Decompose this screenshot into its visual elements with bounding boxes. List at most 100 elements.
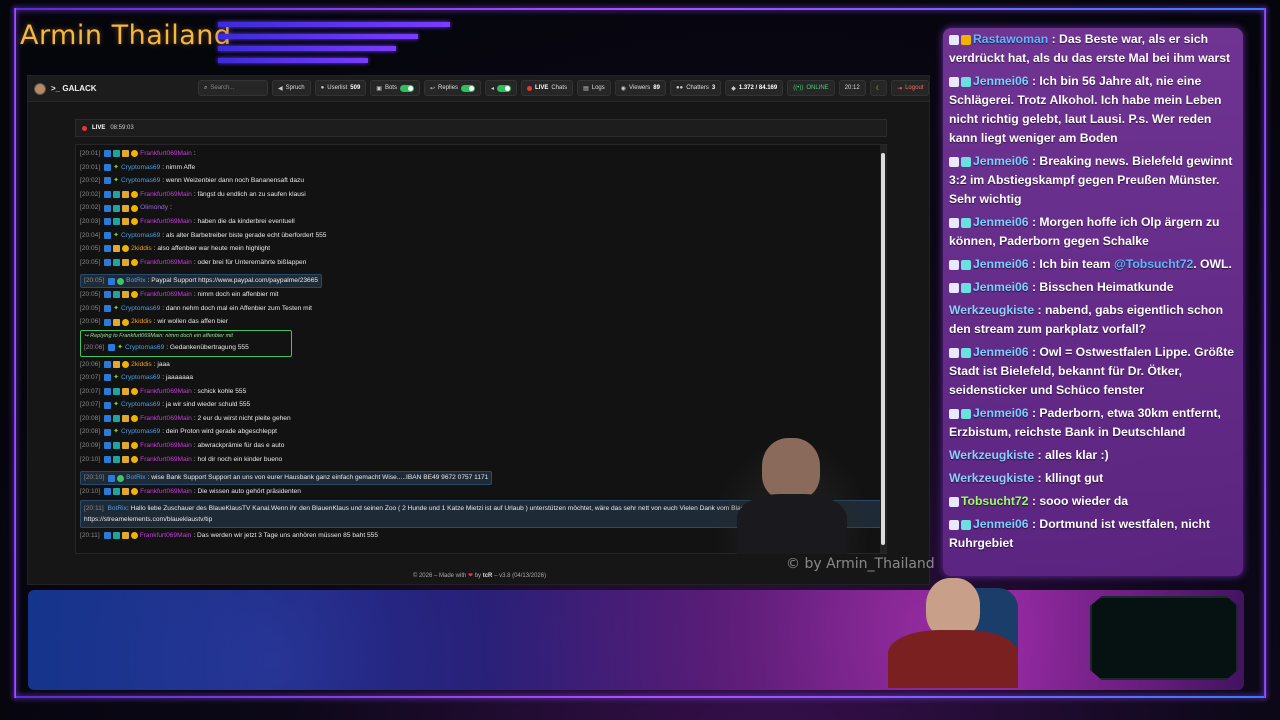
message-text: : dann nehm doch mal ein Affenbier zum T…	[162, 304, 312, 312]
overlay-text-tail: . OWL.	[1193, 257, 1232, 271]
search-input[interactable]: ⌕ Search...	[198, 80, 268, 96]
message-username[interactable]: BotRix	[126, 274, 145, 288]
message-text: : Gedankenübertragung 555	[166, 343, 249, 351]
replies-toggle[interactable]: ↩ Replies	[423, 80, 482, 96]
sound-toggle[interactable]: ◂	[485, 80, 518, 96]
badge-icon	[122, 488, 130, 496]
message-text: : fängst du endlich an zu saufen klausi	[193, 190, 306, 198]
message-username[interactable]: Olimondy	[140, 201, 168, 215]
message-timestamp: [20:10]	[80, 488, 101, 496]
message-timestamp: [20:06]	[80, 360, 101, 368]
message-username[interactable]: Cryptomas69	[121, 398, 160, 412]
message-username[interactable]: Frankfurt069Main	[140, 485, 192, 499]
logs-button[interactable]: ▤ Logs	[577, 80, 611, 96]
bots-switch[interactable]	[399, 84, 414, 92]
overlay-message: Tobsucht72 : sooo wieder da	[949, 492, 1237, 511]
overlay-username: Werkzeugkiste	[949, 471, 1035, 485]
logout-icon: ⇥	[897, 85, 903, 92]
star-badge-icon: ✦	[113, 374, 120, 382]
message-text: : oder brei für Unterernährte bißlappen	[193, 258, 307, 266]
chat-scrollbar[interactable]	[880, 145, 886, 553]
message-username[interactable]: Frankfurt069Main	[140, 188, 192, 202]
badge-icon	[949, 34, 959, 45]
message-timestamp: [20:02]	[80, 177, 101, 185]
badge-icon	[131, 442, 139, 450]
badge-icon	[113, 218, 121, 226]
badge-icon	[113, 204, 121, 212]
bots-toggle[interactable]: ▣ Bots	[370, 80, 420, 96]
message-username[interactable]: BotRix	[126, 471, 145, 485]
message-username[interactable]: Frankfurt069Main	[140, 385, 192, 399]
brand-avatar	[34, 82, 46, 95]
message-username[interactable]: Frankfurt069Main	[140, 529, 192, 543]
message-username[interactable]: Frankfurt069Main	[140, 256, 192, 270]
message-username[interactable]: Cryptomas69	[121, 174, 160, 188]
message-username[interactable]: BotRix	[108, 505, 127, 512]
message-username[interactable]: Cryptomas69	[121, 371, 160, 385]
message-username[interactable]: Frankfurt069Main	[140, 215, 192, 229]
badge-icon	[949, 496, 959, 507]
badge-icon	[104, 204, 112, 212]
message-username[interactable]: 2kiddis	[131, 358, 152, 372]
brand[interactable]: >_ GALACK	[34, 82, 97, 95]
live-sub: Chats	[551, 85, 568, 91]
chatters-stat[interactable]: ●● Chatters 3	[669, 80, 722, 96]
overlay-text: : Bisschen Heimatkunde	[1028, 280, 1174, 294]
message-timestamp: [20:08]	[80, 414, 101, 422]
badge-icon	[113, 291, 121, 299]
overlay-message: Jenmei06 : Breaking news. Bielefeld gewi…	[949, 152, 1237, 209]
logout-button[interactable]: ⇥ Logout	[891, 80, 930, 96]
message-text: : 2 eur du wirst nicht pleite gehen	[193, 414, 291, 422]
message-username[interactable]: Frankfurt069Main	[140, 147, 192, 161]
message-username[interactable]: 2kiddis	[131, 315, 152, 329]
chat-message: [20:06] 2kiddis: jaaa	[80, 358, 882, 372]
message-username[interactable]: Cryptomas69	[121, 229, 160, 243]
message-timestamp: [20:06]	[80, 318, 101, 326]
message-username[interactable]: Cryptomas69	[121, 302, 160, 316]
badge-icon	[113, 415, 121, 423]
message-text: : haben die da kinderbrei eventuell	[193, 217, 295, 225]
bottom-decor-band	[28, 590, 1244, 690]
stream-title: Armin Thailand	[20, 20, 232, 51]
chat-message: [20:02] Olimondy:	[80, 201, 882, 215]
spruch-button[interactable]: ◀ Spruch	[272, 80, 311, 96]
viewers-stat[interactable]: ◉ Viewers 89	[614, 80, 666, 96]
person-head	[926, 578, 980, 638]
overlay-message: Werkzeugkiste : alles klar :)	[949, 446, 1237, 465]
signal-icon: ((•))	[793, 85, 804, 91]
badge-icon	[117, 474, 125, 482]
live-banner: LIVE 08:59:03	[75, 119, 887, 137]
badge-icon	[131, 191, 139, 199]
star-badge-icon: ✦	[117, 343, 124, 351]
message-username[interactable]: 2kiddis	[131, 242, 152, 256]
online-label: ONLINE	[806, 85, 829, 91]
badge-icon	[104, 318, 112, 326]
badge-icon	[113, 488, 121, 496]
message-username[interactable]: Cryptomas69	[125, 341, 164, 355]
message-username[interactable]: Cryptomas69	[121, 425, 160, 439]
message-username[interactable]: Frankfurt069Main	[140, 288, 192, 302]
userlist-button[interactable]: ● Userlist 509	[314, 80, 367, 96]
streamer-cam-overlay	[712, 438, 872, 554]
message-text: : Paypal Support https://www.paypal.com/…	[147, 277, 319, 285]
badge-icon	[131, 218, 139, 226]
message-username[interactable]: Frankfurt069Main	[140, 453, 192, 467]
message-timestamp: [20:08]	[80, 428, 101, 436]
message-username[interactable]: Cryptomas69	[121, 161, 160, 175]
replies-label: Replies	[438, 85, 459, 91]
frame-bottom-line	[14, 696, 1266, 698]
replies-switch[interactable]	[461, 84, 476, 92]
theme-toggle[interactable]: ☾	[869, 80, 888, 96]
badge-icon	[122, 245, 130, 253]
bot-message: [20:10] BotRix: wise Bank Support Support…	[80, 471, 493, 486]
live-chats-button[interactable]: LIVE Chats	[521, 80, 574, 96]
message-username[interactable]: Frankfurt069Main	[140, 439, 192, 453]
sound-switch[interactable]	[497, 84, 512, 92]
messages-stat[interactable]: ◆ 1.372 / 84.169	[725, 80, 784, 96]
badge-icon	[949, 282, 959, 293]
message-username[interactable]: Frankfurt069Main	[140, 412, 192, 426]
badge-icon	[104, 388, 112, 395]
message-timestamp: [20:03]	[80, 217, 101, 225]
overlay-text: : kllingt gut	[1034, 471, 1104, 485]
star-badge-icon: ✦	[113, 428, 120, 436]
